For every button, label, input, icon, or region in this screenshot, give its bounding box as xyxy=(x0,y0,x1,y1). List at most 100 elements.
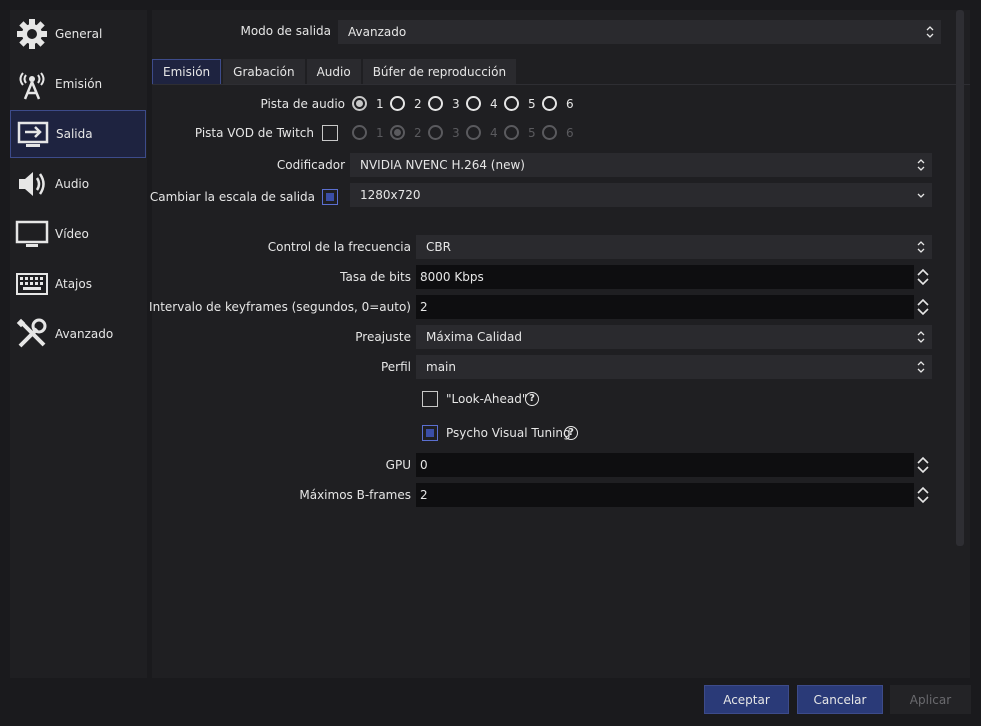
preset-label: Preajuste xyxy=(355,330,411,344)
radio-option-label: 1 xyxy=(376,97,384,111)
radio-option-label: 3 xyxy=(452,97,460,111)
profile-label: Perfil xyxy=(380,360,411,374)
audio-track-radio-6[interactable] xyxy=(542,96,557,111)
output-icon xyxy=(11,110,55,158)
chevron-up-icon[interactable] xyxy=(917,267,929,277)
gpu-input[interactable]: 0 xyxy=(416,453,932,477)
twitch-vod-checkbox[interactable] xyxy=(322,125,338,141)
chevron-down-icon[interactable] xyxy=(917,307,929,317)
keyframe-input[interactable]: 2 xyxy=(416,295,932,319)
chevron-up-icon[interactable] xyxy=(917,455,929,465)
chevron-down-icon[interactable] xyxy=(917,277,929,287)
bitrate-label: Tasa de bits xyxy=(340,270,411,284)
bframes-stepper[interactable] xyxy=(914,483,932,507)
radio-option-label: 6 xyxy=(566,126,574,140)
encoder-label: Codificador xyxy=(276,158,345,172)
audio-track-label: Pista de audio xyxy=(260,97,346,111)
radio-option-label: 6 xyxy=(566,97,574,111)
keyboard-icon xyxy=(10,260,54,308)
tab-audio[interactable]: Audio xyxy=(306,59,361,84)
gear-icon xyxy=(10,10,54,58)
psycho-visual-label: Psycho Visual Tuning xyxy=(446,426,571,440)
sidebar-item-atajos[interactable]: Atajos xyxy=(10,260,146,308)
twitch-vod-label: Pista VOD de Twitch xyxy=(194,126,314,140)
audio-track-radio-1[interactable] xyxy=(352,96,367,111)
gpu-stepper[interactable] xyxy=(914,453,932,477)
sidebar-item-label: Emisión xyxy=(55,77,103,91)
sidebar-item-salida[interactable]: Salida xyxy=(10,110,146,158)
bframes-label: Máximos B-frames xyxy=(299,488,411,502)
sidebar-item-label: Vídeo xyxy=(55,227,89,241)
accept-button[interactable]: Aceptar xyxy=(704,685,789,714)
sidebar-item-emision[interactable]: Emisión xyxy=(10,60,146,108)
sidebar-item-audio[interactable]: Audio xyxy=(10,160,146,208)
rate-control-select[interactable]: CBR xyxy=(416,235,932,259)
bitrate-input[interactable]: 8000 Kbps xyxy=(416,265,932,289)
radio-option-label: 3 xyxy=(452,126,460,140)
preset-value: Máxima Calidad xyxy=(426,330,522,344)
radio-option-label: 5 xyxy=(528,97,536,111)
gpu-value: 0 xyxy=(420,458,428,472)
chevron-up-icon[interactable] xyxy=(917,485,929,495)
audio-track-radio-3[interactable] xyxy=(428,96,443,111)
chevron-down-icon[interactable] xyxy=(917,495,929,505)
profile-select[interactable]: main xyxy=(416,355,932,379)
audio-track-radio-2[interactable] xyxy=(390,96,405,111)
radio-option-label: 4 xyxy=(490,97,498,111)
help-icon[interactable]: ? xyxy=(525,392,539,406)
tab-bufer[interactable]: Búfer de reproducción xyxy=(362,59,517,84)
sidebar-item-video[interactable]: Vídeo xyxy=(10,210,146,258)
encoder-select[interactable]: NVIDIA NVENC H.264 (new) xyxy=(350,153,932,177)
rescale-value: 1280x720 xyxy=(360,188,421,202)
sidebar-item-general[interactable]: General xyxy=(10,10,146,58)
help-icon[interactable]: ? xyxy=(564,426,578,440)
sidebar-item-label: Atajos xyxy=(55,277,92,291)
cancel-button[interactable]: Cancelar xyxy=(797,685,883,714)
audio-track-radio-5[interactable] xyxy=(504,96,519,111)
radio-option-label: 2 xyxy=(414,126,422,140)
sidebar-item-label: Salida xyxy=(56,127,93,141)
speaker-icon xyxy=(10,160,54,208)
audio-track-radio-4[interactable] xyxy=(466,96,481,111)
rescale-checkbox[interactable] xyxy=(322,189,338,205)
rate-control-label: Control de la frecuencia xyxy=(267,240,411,254)
output-mode-label: Modo de salida xyxy=(240,24,331,38)
twitch-vod-radio-6[interactable] xyxy=(542,125,557,140)
keyframe-value: 2 xyxy=(420,300,428,314)
profile-value: main xyxy=(426,360,456,374)
twitch-vod-radio-4[interactable] xyxy=(466,125,481,140)
output-mode-value: Avanzado xyxy=(348,25,407,39)
updown-icon xyxy=(917,361,925,373)
sidebar-item-avanzado[interactable]: Avanzado xyxy=(10,310,146,358)
updown-icon xyxy=(917,241,925,253)
monitor-icon xyxy=(10,210,54,258)
radio-option-label: 4 xyxy=(490,126,498,140)
look-ahead-checkbox[interactable] xyxy=(422,391,438,407)
radio-option-label: 5 xyxy=(528,126,536,140)
twitch-vod-radio-5[interactable] xyxy=(504,125,519,140)
rescale-select[interactable]: 1280x720 xyxy=(350,183,932,207)
chevron-up-icon[interactable] xyxy=(917,297,929,307)
twitch-vod-radio-3[interactable] xyxy=(428,125,443,140)
updown-icon xyxy=(917,331,925,343)
bframes-input[interactable]: 2 xyxy=(416,483,932,507)
output-mode-select[interactable]: Avanzado xyxy=(338,20,941,44)
twitch-vod-radio-2[interactable] xyxy=(390,125,405,140)
sidebar-item-label: Audio xyxy=(55,177,90,191)
keyframe-label: Intervalo de keyframes (segundos, 0=auto… xyxy=(149,300,411,314)
chevron-down-icon xyxy=(917,193,925,198)
keyframe-stepper[interactable] xyxy=(914,295,932,319)
bitrate-stepper[interactable] xyxy=(914,265,932,289)
preset-select[interactable]: Máxima Calidad xyxy=(416,325,932,349)
broadcast-icon xyxy=(10,60,54,108)
apply-button[interactable]: Aplicar xyxy=(890,685,971,714)
scrollbar[interactable] xyxy=(956,10,964,546)
tab-grabacion[interactable]: Grabación xyxy=(223,59,305,84)
rescale-label: Cambiar la escala de salida xyxy=(149,190,315,204)
psycho-visual-checkbox[interactable] xyxy=(422,425,438,441)
twitch-vod-radio-1[interactable] xyxy=(352,125,367,140)
look-ahead-label: "Look-Ahead" xyxy=(446,392,528,406)
chevron-down-icon[interactable] xyxy=(917,465,929,475)
tab-emision[interactable]: Emisión xyxy=(152,59,222,84)
tab-divider xyxy=(152,84,970,85)
